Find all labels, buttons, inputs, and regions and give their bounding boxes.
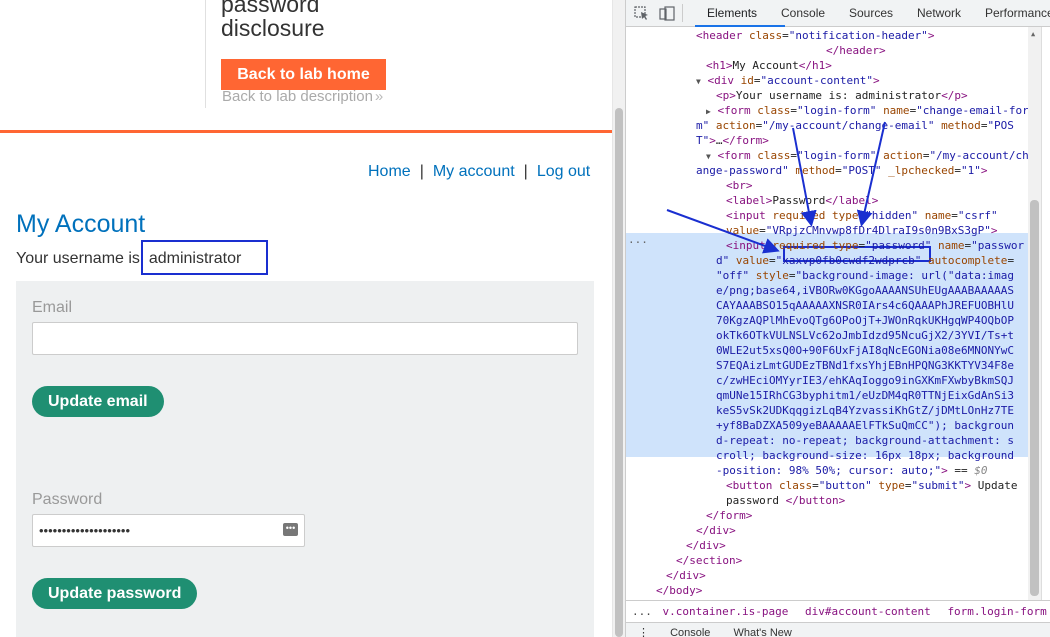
dom-line[interactable]: <br> bbox=[726, 178, 1038, 193]
nav-separator: | bbox=[523, 163, 528, 180]
breadcrumb-overflow[interactable]: ... bbox=[632, 605, 652, 618]
password-label: Password bbox=[32, 491, 103, 508]
dom-line[interactable]: ▶ <form class="login-form" name="change-… bbox=[706, 103, 1038, 118]
dom-line[interactable]: m" action="/my-account/change-email" met… bbox=[696, 118, 1038, 133]
dom-line[interactable]: okTk6OTkVULNSLVc62oJmbIdzd95NcuGjX2/3YVI… bbox=[716, 328, 1038, 343]
username-highlight-box bbox=[141, 240, 268, 275]
dom-line[interactable]: </div> bbox=[666, 568, 1038, 583]
drawer-menu-icon[interactable]: ⋮ bbox=[638, 627, 649, 637]
dom-line[interactable]: "off" style="background-image: url("data… bbox=[716, 268, 1038, 283]
dom-line[interactable]: 70KgzAQPlMhEvoQTg6OPoOjT+JWOnRqkUKHgqWP4… bbox=[716, 313, 1038, 328]
lab-page: password disclosure Back to lab home Bac… bbox=[0, 0, 612, 637]
page-scrollbar-thumb[interactable] bbox=[615, 108, 623, 637]
header-accent-line bbox=[0, 130, 612, 133]
breadcrumb-account-content[interactable]: div#account-content bbox=[805, 605, 931, 618]
dom-line[interactable]: -position: 98% 50%; cursor: auto;"> == $… bbox=[716, 463, 1038, 478]
tab-console[interactable]: Console bbox=[781, 6, 825, 20]
expand-caret-icon[interactable]: ▼ bbox=[696, 77, 701, 86]
dom-line[interactable]: e/png;base64,iVBORw0KGgoAAAANSUhEUgAAABA… bbox=[716, 283, 1038, 298]
drawer-tab-whats-new[interactable]: What's New bbox=[733, 627, 791, 637]
styles-pane-edge bbox=[1041, 27, 1050, 600]
email-label: Email bbox=[32, 299, 73, 316]
drawer-tab-console[interactable]: Console bbox=[670, 627, 710, 637]
dom-line[interactable]: </body> bbox=[656, 583, 1038, 598]
dom-line[interactable]: qmUNe15IRhCG3byphitm1/eUzDM4qR0TTNjEixGd… bbox=[716, 388, 1038, 403]
dom-line[interactable]: +yf8BaDZXA509yeBAAAAAElFTkSuQmCC"); back… bbox=[716, 418, 1038, 433]
tab-network[interactable]: Network bbox=[917, 6, 961, 20]
username-prefix: Your username is: bbox=[16, 250, 145, 267]
dom-line[interactable]: T">…</form> bbox=[696, 133, 1038, 148]
password-input[interactable]: •••••••••••••••••••• ••• bbox=[32, 514, 305, 547]
breadcrumb-container[interactable]: v.container.is-page bbox=[663, 605, 789, 618]
dom-line[interactable]: <p>Your username is: administrator</p> bbox=[716, 88, 1038, 103]
nav-separator: | bbox=[419, 163, 424, 180]
nav-logout-link[interactable]: Log out bbox=[537, 163, 590, 180]
update-email-button[interactable]: Update email bbox=[32, 386, 164, 417]
devtools-toolbar: Elements Console Sources Network Perform… bbox=[626, 0, 1050, 27]
dom-line[interactable]: </div> bbox=[696, 523, 1038, 538]
dom-line[interactable]: </form> bbox=[706, 508, 1038, 523]
expand-caret-icon[interactable]: ▼ bbox=[706, 152, 711, 161]
dom-line[interactable]: CAYAAABSO15qAAAAAXNSR0IArs4c6QAAAPhJREFU… bbox=[716, 298, 1038, 313]
dom-line[interactable]: password </button> bbox=[726, 493, 1038, 508]
device-toolbar-icon[interactable] bbox=[659, 6, 675, 21]
page-title: My Account bbox=[16, 210, 146, 238]
dom-line[interactable]: croll; background-size: 16px 18px; backg… bbox=[716, 448, 1038, 463]
header-divider bbox=[205, 0, 206, 108]
email-input[interactable] bbox=[32, 322, 578, 355]
dom-line[interactable]: <button class="button" type="submit"> Up… bbox=[726, 478, 1038, 493]
top-nav: Home | My account | Log out bbox=[368, 163, 590, 181]
breadcrumb-login-form[interactable]: form.login-form bbox=[947, 605, 1046, 618]
dom-line[interactable]: <header class="notification-header"> bbox=[696, 28, 1038, 43]
tab-sources[interactable]: Sources bbox=[849, 6, 893, 20]
expand-caret-icon[interactable]: ▶ bbox=[706, 107, 711, 116]
dom-line[interactable]: d-repeat: no-repeat; background-attachme… bbox=[716, 433, 1038, 448]
lab-title: password disclosure bbox=[221, 0, 521, 40]
dom-line[interactable]: </header> bbox=[826, 43, 1038, 58]
inspect-element-icon[interactable] bbox=[634, 6, 650, 21]
devtools-drawer: ⋮ Console What's New bbox=[626, 622, 1050, 637]
dom-line[interactable]: <h1>My Account</h1> bbox=[706, 58, 1038, 73]
dom-line[interactable]: c/zwHEciOMYyrIE3/ehKAqIoggo9inGXKmFXwbyB… bbox=[716, 373, 1038, 388]
back-to-lab-description-link[interactable]: Back to lab description» bbox=[222, 88, 383, 105]
page-scrollbar[interactable] bbox=[612, 0, 625, 637]
back-to-lab-home-button[interactable]: Back to lab home bbox=[221, 59, 386, 90]
devtools-panel: Elements Console Sources Network Perform… bbox=[625, 0, 1050, 637]
scroll-up-icon[interactable]: ▲ bbox=[1031, 30, 1035, 38]
dom-tree-scrollbar[interactable]: ▲ bbox=[1028, 27, 1041, 600]
back-description-label: Back to lab description bbox=[222, 88, 373, 105]
dom-line[interactable]: <label>Password</label> bbox=[726, 193, 1038, 208]
dom-line[interactable]: ▼ <div id="account-content"> bbox=[696, 73, 1038, 88]
update-password-button[interactable]: Update password bbox=[32, 578, 198, 609]
lab-title-line2: disclosure bbox=[221, 15, 325, 41]
password-masked-value: •••••••••••••••••••• bbox=[39, 523, 131, 538]
lab-title-line1: password bbox=[221, 0, 320, 17]
dom-line[interactable]: <input required type="password" name="pa… bbox=[726, 238, 1038, 253]
tab-performance[interactable]: Performance bbox=[985, 6, 1050, 20]
dom-line[interactable]: value="VRpjzCMnvwp8fDr4DlraI9s0n9BxS3gP"… bbox=[726, 223, 1038, 238]
dom-line[interactable]: keS5vSk2UDKqqgizLqB4YzvassiKhGtZ/jDMtLOn… bbox=[716, 403, 1038, 418]
account-forms-panel: Email Update email Password ••••••••••••… bbox=[16, 281, 594, 637]
nav-my-account-link[interactable]: My account bbox=[433, 163, 515, 180]
dom-line[interactable]: S7EQAizLmtGUDEzTBNd1fxsYhjEBnHPQNG3KKTYV… bbox=[716, 358, 1038, 373]
node-actions-dots[interactable]: ... bbox=[628, 233, 648, 246]
dom-line[interactable]: </section> bbox=[676, 553, 1038, 568]
dom-breadcrumbs: ... v.container.is-page div#account-cont… bbox=[626, 600, 1050, 622]
dom-line[interactable]: 0WLE2ut5xsQ0O+90F6UxFjAI8qNcEGONia08e6MN… bbox=[716, 343, 1038, 358]
dom-line[interactable]: ange-password" method="POST" _lpchecked=… bbox=[696, 163, 1038, 178]
password-manager-icon[interactable]: ••• bbox=[283, 523, 298, 536]
tab-elements[interactable]: Elements bbox=[707, 6, 757, 20]
toolbar-divider bbox=[682, 4, 683, 22]
dom-tree-scrollbar-thumb[interactable] bbox=[1030, 200, 1039, 596]
dom-line[interactable]: d" value="xaxvp0fb0cwdf2wdprcb" autocomp… bbox=[716, 253, 1038, 268]
dom-line[interactable]: </div> bbox=[686, 538, 1038, 553]
double-chevron-right-icon: » bbox=[374, 88, 384, 105]
nav-home-link[interactable]: Home bbox=[368, 163, 411, 180]
dom-line[interactable]: ▼ <form class="login-form" action="/my-a… bbox=[706, 148, 1038, 163]
dom-line[interactable]: <input required type="hidden" name="csrf… bbox=[726, 208, 1038, 223]
dom-tree[interactable]: ... <header class="notification-header">… bbox=[626, 27, 1038, 600]
